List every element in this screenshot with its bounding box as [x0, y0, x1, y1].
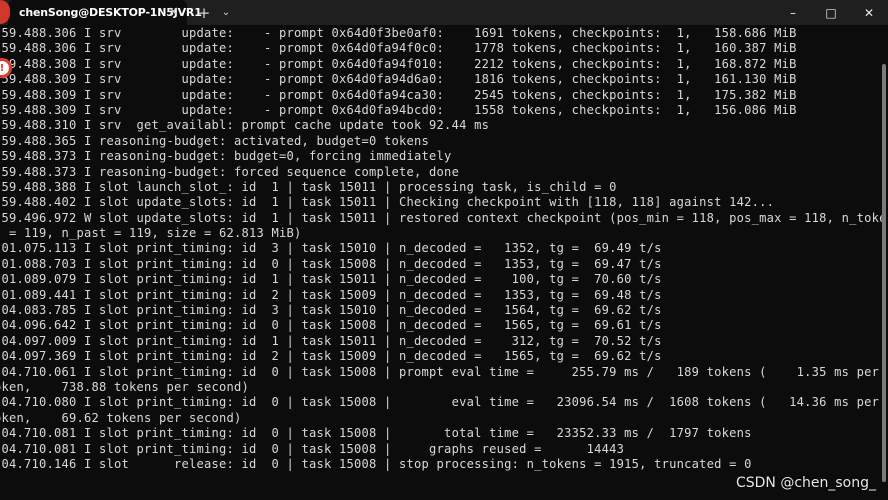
terminal-line: .59.488.306 I srv update: - prompt 0x64d… [0, 26, 797, 40]
terminal-line: .59.488.309 I srv update: - prompt 0x64d… [0, 72, 797, 87]
scrollbar[interactable] [882, 64, 886, 482]
terminal-line: .04.710.081 I slot print_timing: id 0 | … [0, 426, 752, 441]
terminal-line: .04.710.080 I slot print_timing: id 0 | … [0, 395, 880, 410]
terminal-line: .59.488.373 I reasoning-budget: forced s… [0, 164, 460, 179]
terminal-line: .04.083.785 I slot print_timing: id 3 | … [0, 303, 662, 318]
tab-terminal[interactable]: chenSong@DESKTOP-1N5JVR1 ✕ [8, 0, 202, 25]
close-icon[interactable]: ✕ [166, 5, 181, 20]
chevron-down-icon[interactable]: ⌄ [215, 0, 237, 25]
minimize-icon[interactable]: – [774, 0, 812, 25]
terminal-line: .01.089.079 I slot print_timing: id 1 | … [0, 272, 662, 287]
terminal-line: s = 119, n_past = 119, size = 62.813 MiB… [0, 226, 302, 241]
terminal-line: .59.488.402 I slot update_slots: id 1 | … [0, 195, 775, 210]
terminal-line: .59.496.972 W slot update_slots: id 1 | … [0, 210, 887, 225]
close-icon[interactable]: ✕ [850, 0, 888, 25]
terminal-line: .01.089.441 I slot print_timing: id 2 | … [0, 287, 662, 302]
terminal-line: .04.096.642 I slot print_timing: id 0 | … [0, 318, 662, 333]
watermark: CSDN @chen_song_ [735, 475, 876, 491]
terminal-line: .59.488.373 I reasoning-budget: budget=0… [0, 149, 452, 164]
terminal-line: .01.088.703 I slot print_timing: id 0 | … [0, 256, 662, 271]
terminal-line: .59.488.309 I srv update: - prompt 0x64d… [0, 102, 797, 117]
terminal-line: .04.710.061 I slot print_timing: id 0 | … [0, 364, 880, 379]
terminal-line: oken, 738.88 tokens per second) [0, 379, 250, 394]
terminal-line: .01.075.113 I slot print_timing: id 3 | … [0, 241, 662, 256]
terminal-line: .04.097.369 I slot print_timing: id 2 | … [0, 349, 662, 364]
terminal-line: .59.488.365 I reasoning-budget: activate… [0, 133, 430, 148]
terminal-line: .04.710.146 I slot release: id 0 | task … [0, 456, 752, 471]
maximize-icon[interactable]: □ [812, 0, 850, 25]
terminal-line: .59.488.308 I srv update: - prompt 0x64d… [0, 56, 797, 71]
terminal-line: .59.488.310 I srv get_availabl: prompt c… [0, 118, 490, 133]
title-bar: chenSong@DESKTOP-1N5JVR1 ✕ + ⌄ – □ ✕ [0, 0, 888, 25]
terminal-line: .04.710.081 I slot print_timing: id 0 | … [0, 441, 625, 456]
terminal-line: .04.097.009 I slot print_timing: id 1 | … [0, 333, 662, 348]
terminal-line: .59.488.309 I srv update: - prompt 0x64d… [0, 87, 797, 102]
terminal-line: oken, 69.62 tokens per second) [0, 410, 242, 425]
window-controls: – □ ✕ [774, 0, 888, 25]
terminal-line: .59.488.388 I slot launch_slot_: id 1 | … [0, 179, 617, 194]
terminal-line: .59.488.306 I srv update: - prompt 0x64d… [0, 41, 797, 56]
terminal-output[interactable]: .59.488.306 I srv update: - prompt 0x64d… [0, 26, 888, 500]
